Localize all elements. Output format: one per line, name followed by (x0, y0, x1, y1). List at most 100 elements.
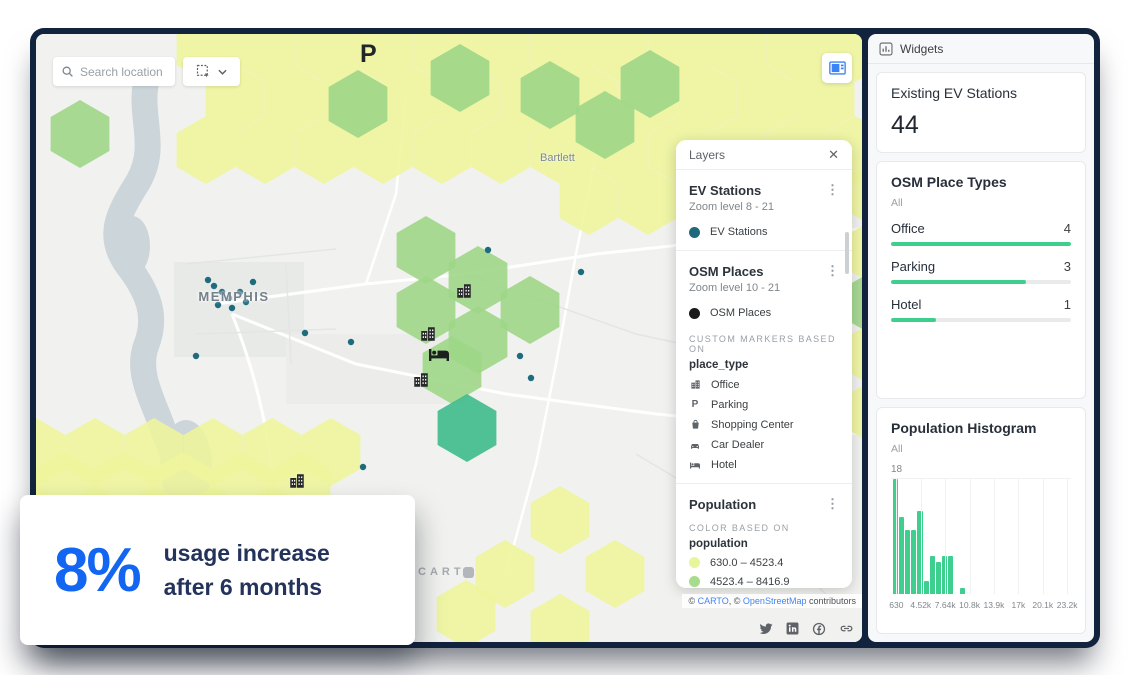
histogram-bar[interactable] (924, 581, 929, 594)
marker-row-hotel: Hotel (689, 458, 839, 471)
histogram-gridline (1067, 479, 1068, 594)
category-bar-track (891, 318, 1071, 322)
bin-color-dot (689, 557, 700, 568)
hotel-icon (689, 459, 701, 471)
kebab-menu-icon[interactable]: ⋮ (826, 497, 839, 510)
stat-callout-card: 8% usage increaseafter 6 months (20, 495, 415, 645)
histogram-bar[interactable] (930, 556, 935, 594)
histogram-gridline (970, 479, 971, 594)
category-row-office[interactable]: Office 4 (891, 221, 1071, 246)
map-city-label: MEMPHIS (186, 289, 282, 304)
twitter-icon[interactable] (759, 623, 773, 635)
category-label: Parking (891, 259, 935, 274)
histogram-gridline (1018, 479, 1019, 594)
carto-logo-dot (463, 567, 474, 578)
histogram-bar[interactable] (960, 588, 965, 594)
carto-watermark: CART (418, 566, 474, 578)
parking-icon: P (689, 399, 701, 410)
rectangle-select-icon (196, 64, 211, 79)
facebook-icon[interactable] (812, 622, 826, 636)
category-bar-fill (891, 318, 936, 322)
close-icon[interactable]: ✕ (828, 148, 839, 161)
histogram-bar[interactable] (911, 530, 916, 594)
category-label: Hotel (891, 297, 921, 312)
search-icon (61, 65, 74, 78)
custom-markers-heading: CUSTOM MARKERS BASED ON (689, 334, 839, 354)
widget-filter-label: All (891, 443, 1071, 455)
kebab-menu-icon[interactable]: ⋮ (826, 264, 839, 277)
layer-zoom-range: Zoom level 10 - 21 (689, 282, 839, 294)
layer-section-osm-places: OSM Places ⋮ Zoom level 10 - 21 OSM Plac… (676, 251, 852, 484)
widget-title: OSM Place Types (891, 174, 1071, 190)
histogram-plot[interactable] (891, 478, 1071, 594)
widget-title: Population Histogram (891, 420, 1071, 436)
histogram-gridline (945, 479, 946, 594)
histogram-tick-label: 17k (1011, 600, 1025, 610)
histogram-tick-label: 13.9k (984, 600, 1005, 610)
layout-panel-icon (829, 61, 846, 75)
histogram-tick-label: 630 (889, 600, 903, 610)
kebab-menu-icon[interactable]: ⋮ (826, 183, 839, 196)
stat-description: usage increaseafter 6 months (164, 536, 330, 605)
histogram-ticks: 6304.52k7.64k10.8k13.9k17k20.1k23.2k (891, 598, 1071, 612)
category-bar-track (891, 242, 1071, 246)
category-row-hotel[interactable]: Hotel 1 (891, 297, 1071, 322)
widget-title: Existing EV Stations (891, 85, 1071, 101)
category-bar-fill (891, 242, 1071, 246)
category-value: 1 (1064, 297, 1071, 312)
histogram-gridline (896, 479, 897, 594)
color-field-name: population (689, 538, 839, 550)
histogram-tick-label: 7.64k (935, 600, 956, 610)
markers-field-name: place_type (689, 359, 839, 371)
histogram-tick-label: 20.1k (1032, 600, 1053, 610)
chevron-down-icon (218, 69, 227, 75)
color-based-on-heading: COLOR BASED ON (689, 523, 839, 533)
bin-range-label: 630.0 – 4523.4 (710, 557, 783, 569)
marker-row-office: Office (689, 378, 839, 391)
car-dealer-icon (689, 439, 701, 451)
link-icon[interactable] (839, 621, 854, 636)
histogram-bar[interactable] (899, 517, 904, 594)
place-type-rows: Office 4 Parking3 Hotel 1 (891, 221, 1071, 322)
scrollbar-thumb[interactable] (845, 232, 849, 274)
widget-filter-label: All (891, 197, 1071, 209)
layer-zoom-range: Zoom level 8 - 21 (689, 201, 839, 213)
category-value: 4 (1064, 221, 1071, 236)
osm-attribution-link[interactable]: OpenStreetMap (743, 596, 807, 606)
histogram-gridline (994, 479, 995, 594)
histogram-gridline (1043, 479, 1044, 594)
social-links (759, 621, 854, 636)
population-bin-row: 630.0 – 4523.4 (689, 556, 839, 569)
histogram-tick-label: 4.52k (910, 600, 931, 610)
map-town-label: Bartlett (540, 152, 575, 164)
layer-title: OSM Places (689, 264, 763, 279)
shopping-center-icon (689, 419, 701, 430)
population-histogram-widget: Population Histogram All 18 630 4.52k 7.64… (876, 407, 1086, 634)
category-row-parking[interactable]: Parking3 (891, 259, 1071, 284)
histogram-bar[interactable] (936, 562, 941, 594)
widgets-header-label: Widgets (900, 42, 943, 56)
place-types-widget: OSM Place Types All Office 4 Parking3 Hotel… (876, 161, 1086, 399)
parking-map-marker[interactable]: P (360, 40, 377, 69)
bin-range-label: 4523.4 – 8416.9 (710, 576, 790, 588)
panel-toggle-button[interactable] (822, 53, 852, 83)
layer-title: Population (689, 497, 756, 512)
linkedin-icon[interactable] (786, 622, 799, 635)
layer-section-ev-stations: EV Stations ⋮ Zoom level 8 - 21 EV Stati… (676, 170, 852, 251)
histogram-y-max-label: 18 (891, 464, 1071, 475)
category-bar-fill (891, 280, 1026, 284)
ev-stations-legend-dot (689, 227, 700, 238)
bin-color-dot (689, 576, 700, 587)
histogram-bar[interactable] (948, 556, 953, 594)
histogram-bar[interactable] (905, 530, 910, 594)
histogram-gridline (921, 479, 922, 594)
category-label: Office (891, 221, 925, 236)
ev-count-widget: Existing EV Stations 44 (876, 72, 1086, 153)
search-location-input[interactable] (80, 65, 167, 79)
population-bin-row: 4523.4 – 8416.9 (689, 575, 839, 588)
select-tool-button[interactable] (183, 57, 240, 86)
ev-count-value: 44 (891, 111, 1071, 140)
carto-attribution-link[interactable]: CARTO (698, 596, 729, 606)
search-location-box[interactable] (53, 57, 175, 86)
layers-panel: Layers ✕ EV Stations ⋮ Zoom level 8 - 21… (676, 140, 852, 588)
